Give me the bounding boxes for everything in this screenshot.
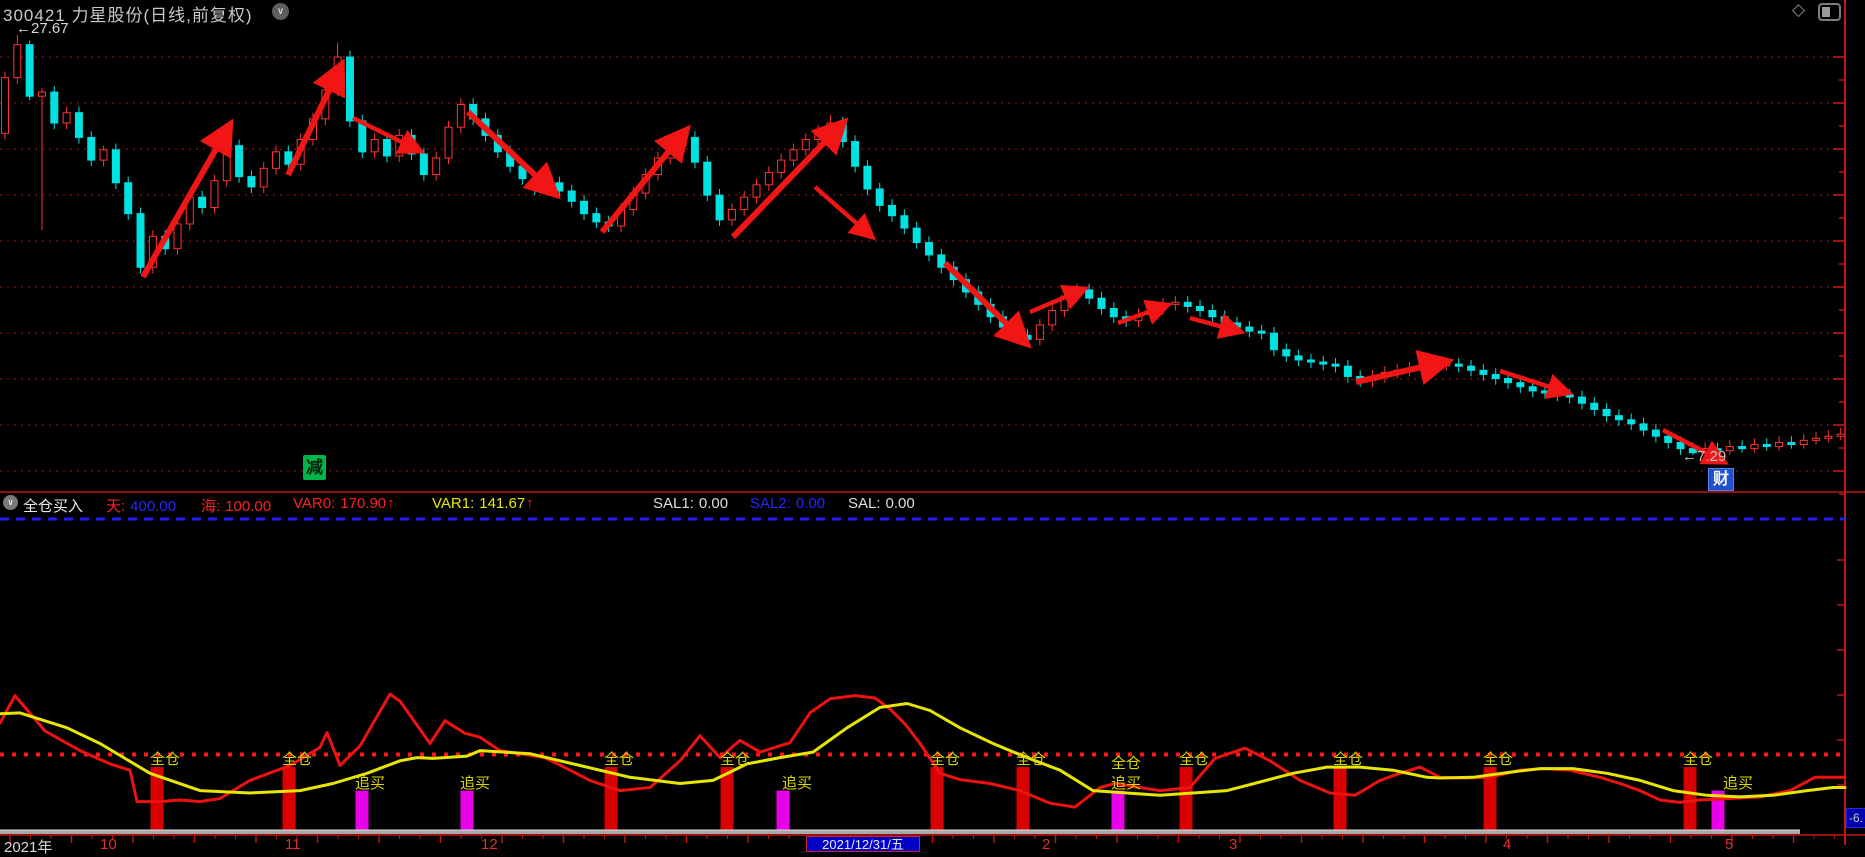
signal-label-chase-buy: 全仓 (1110, 754, 1141, 772)
field-label: SAL2: (750, 495, 791, 512)
field-label: SAL: (848, 495, 881, 512)
signal-label-chase-buy: 追买 (1722, 774, 1753, 792)
signal-label-full-buy: 全仓 (929, 751, 960, 769)
candlestick-series (1, 35, 1845, 457)
cai-badge: 财 (1708, 468, 1734, 491)
signal-label-full-buy: 全仓 (603, 751, 634, 769)
x-axis-ticks (9, 835, 1835, 843)
right-axis-ticks (1833, 56, 1845, 786)
indicator-field-VAR1: VAR1: 141.67↑ (432, 495, 534, 512)
frame-lines (0, 0, 1865, 845)
indicator-field-VAR0: VAR0: 170.90↑ (293, 495, 395, 512)
trend-arrows (140, 58, 1730, 465)
field-label: 天: (106, 498, 126, 515)
main-gridlines (0, 56, 1845, 472)
diamond-icon[interactable]: ◇ (1792, 0, 1805, 20)
x-axis-label: 2021年 (4, 839, 53, 856)
indicator-threshold-lines (0, 517, 1845, 757)
signal-label-chase-buy: 追买 (459, 774, 490, 792)
signal-label-full-buy: 全仓 (281, 751, 312, 769)
indicator-field-海: 海: 100.00 (201, 495, 271, 516)
chevron-down-icon[interactable]: ∨ (272, 3, 289, 20)
field-value: 400.00 (130, 498, 177, 515)
field-value: 0.00 (795, 495, 826, 512)
field-value: 170.90 (340, 495, 387, 512)
cursor-date-box: 2021/12/31/五 (806, 836, 920, 852)
field-label: SAL1: (653, 495, 694, 512)
field-label: 海: (201, 498, 221, 515)
signal-label-full-buy: 全仓 (1178, 751, 1209, 769)
indicator-field-SAL2: SAL2: 0.00 (750, 495, 825, 512)
indicator-field-SAL1: SAL1: 0.00 (653, 495, 728, 512)
up-arrow-icon: ↑ (526, 495, 534, 512)
signal-label-full-buy: 全仓 (1482, 751, 1513, 769)
field-value: 141.67 (479, 495, 526, 512)
signal-label-chase-buy: 追买 (354, 774, 385, 792)
field-value: 0.00 (698, 495, 729, 512)
up-arrow-icon: ↑ (387, 495, 395, 512)
high-price-annotation: ←27.67 (16, 20, 69, 37)
layout-panel-icon-fill (1822, 7, 1830, 17)
signal-label-full-buy: 全仓 (1332, 751, 1363, 769)
trading-app-window: { "window_title": "300421 力星股份(日线,前复权)",… (0, 0, 1865, 856)
signal-label-full-buy: 全仓 (1015, 751, 1046, 769)
indicator-chevron-icon[interactable]: ∨ (3, 495, 18, 510)
scrollbar[interactable] (0, 829, 1800, 834)
signal-label-chase-buy: 追买 (781, 774, 812, 792)
right-edge-value: -6. (1846, 808, 1865, 828)
signal-label-full-buy: 全仓 (1682, 751, 1713, 769)
indicator-header: ∨ 全仓买入 天: 400.00 海: 100.00 VAR0: 170.90↑ VAR1:… (0, 493, 1865, 516)
field-label: VAR0: (293, 495, 336, 512)
signal-label-full-buy: 全仓 (149, 751, 180, 769)
field-label: VAR1: (432, 495, 475, 512)
indicator-field-SAL: SAL: 0.00 (848, 495, 915, 512)
indicator-field-天: 天: 400.00 (106, 495, 176, 516)
field-value: 0.00 (885, 495, 915, 512)
low-price-annotation: ←7.29 (1682, 448, 1727, 465)
field-value: 100.00 (225, 498, 272, 515)
indicator-name[interactable]: 全仓买入 (23, 495, 83, 516)
layout-panel-icon[interactable] (1818, 3, 1841, 21)
signal-label-full-buy: 全仓 (719, 751, 750, 769)
reduce-badge: 减 (303, 455, 326, 480)
signal-label-chase-buy: 追买 (1110, 774, 1141, 792)
main-chart-area[interactable] (0, 0, 1865, 845)
chart-canvas[interactable] (0, 0, 1865, 845)
